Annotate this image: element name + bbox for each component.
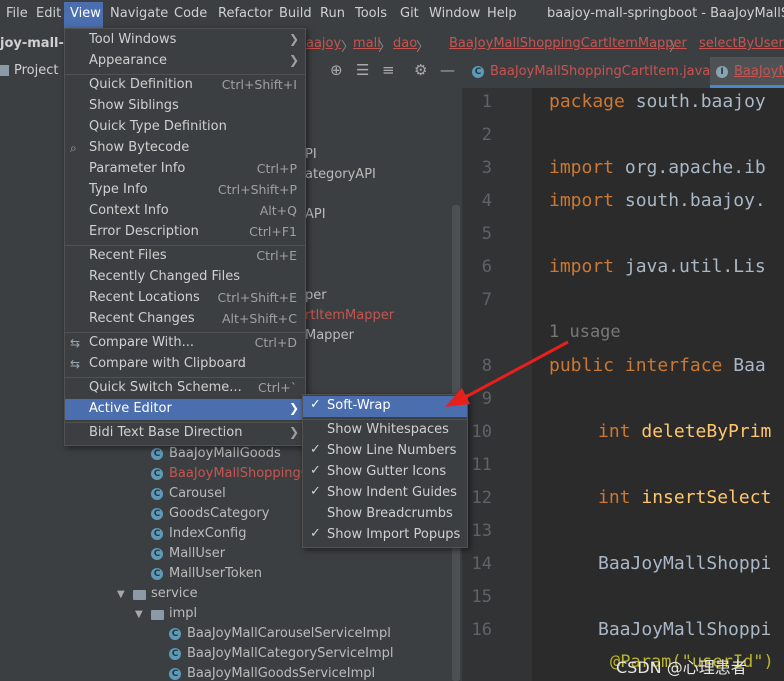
arrow-shaft [459, 340, 569, 402]
arrow-head [445, 388, 470, 407]
annotation-arrow [445, 340, 569, 407]
